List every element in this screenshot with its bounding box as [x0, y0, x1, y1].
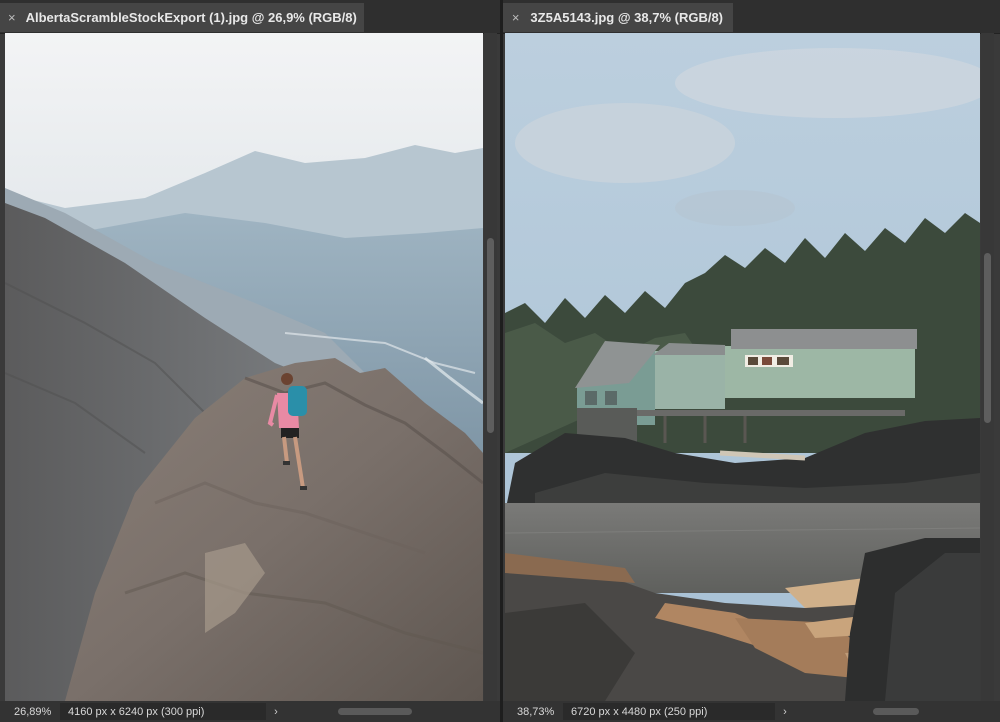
mountain-hiker-photo	[5, 33, 483, 701]
chevron-right-icon[interactable]: ›	[775, 706, 795, 718]
horizontal-scrollbar[interactable]	[286, 705, 486, 718]
status-bar: 26,89% 4160 px x 6240 px (300 ppi) ›	[0, 701, 500, 722]
horizontal-scrollbar[interactable]	[795, 705, 986, 718]
document-tab-title: AlbertaScrambleStockExport (1).jpg @ 26,…	[25, 10, 357, 25]
coastal-house-photo	[505, 33, 980, 701]
scroll-thumb[interactable]	[984, 253, 991, 423]
zoom-level[interactable]: 26,89%	[0, 706, 60, 718]
zoom-level[interactable]: 38,73%	[503, 706, 563, 718]
tab-bar: × AlbertaScrambleStockExport (1).jpg @ 2…	[0, 0, 500, 34]
document-panel-right: × 3Z5A5143.jpg @ 38,7% (RGB/8) 38,73% 67…	[503, 0, 1000, 722]
scroll-thumb[interactable]	[873, 708, 919, 715]
document-tab-title: 3Z5A5143.jpg @ 38,7% (RGB/8)	[530, 10, 723, 25]
close-icon[interactable]: ×	[511, 10, 520, 25]
document-tab[interactable]: × 3Z5A5143.jpg @ 38,7% (RGB/8)	[503, 3, 733, 32]
scroll-thumb[interactable]	[487, 238, 494, 433]
document-panel-left: × AlbertaScrambleStockExport (1).jpg @ 2…	[0, 0, 500, 722]
close-icon[interactable]: ×	[8, 10, 16, 25]
document-size: 6720 px x 4480 px (250 ppi)	[563, 703, 775, 720]
chevron-right-icon[interactable]: ›	[266, 706, 286, 718]
vertical-scrollbar[interactable]	[981, 33, 994, 701]
image-canvas[interactable]	[5, 33, 483, 701]
document-size: 4160 px x 6240 px (300 ppi)	[60, 703, 266, 720]
status-bar: 38,73% 6720 px x 4480 px (250 ppi) ›	[503, 701, 1000, 722]
tab-bar: × 3Z5A5143.jpg @ 38,7% (RGB/8)	[503, 0, 1000, 34]
image-canvas[interactable]	[505, 33, 980, 701]
scroll-thumb[interactable]	[338, 708, 412, 715]
document-tab[interactable]: × AlbertaScrambleStockExport (1).jpg @ 2…	[0, 3, 364, 32]
vertical-scrollbar[interactable]	[484, 33, 497, 701]
